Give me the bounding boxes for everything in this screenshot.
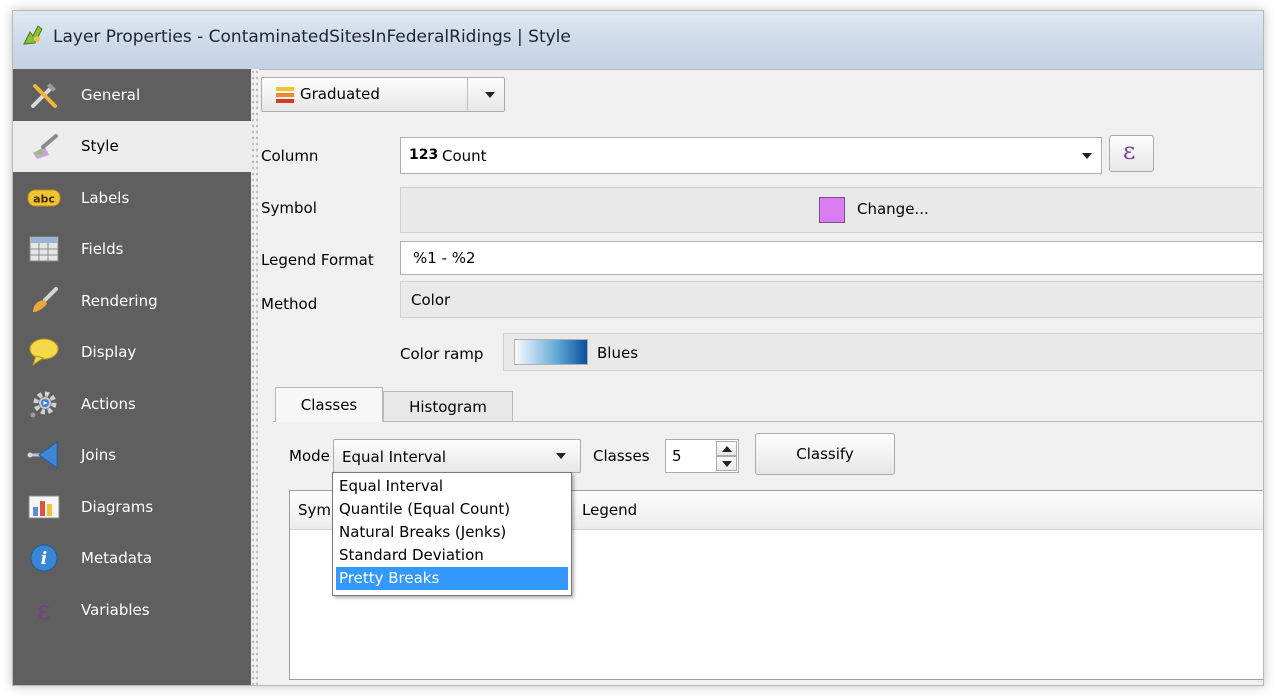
chevron-down-icon bbox=[1082, 153, 1092, 159]
sidebar-item-labels[interactable]: abc Labels bbox=[13, 172, 251, 224]
method-value: Color bbox=[411, 291, 451, 309]
sidebar-item-variables[interactable]: ε Variables bbox=[13, 584, 251, 636]
renderer-value: Graduated bbox=[300, 85, 380, 103]
sidebar-item-label: Actions bbox=[81, 394, 136, 413]
svg-text:i: i bbox=[41, 549, 47, 569]
sidebar-item-display[interactable]: Display bbox=[13, 327, 251, 379]
dropdown-divider bbox=[467, 78, 468, 111]
sidebar-item-label: Fields bbox=[81, 240, 124, 259]
sidebar-item-general[interactable]: General bbox=[13, 69, 251, 121]
chevron-down-icon bbox=[485, 92, 495, 98]
qgis-app-icon bbox=[21, 23, 45, 47]
tab-histogram[interactable]: Histogram bbox=[383, 391, 513, 421]
rendering-brush-icon bbox=[27, 286, 61, 316]
spin-up-button[interactable] bbox=[716, 441, 737, 456]
mode-option-natural-breaks[interactable]: Natural Breaks (Jenks) bbox=[333, 521, 571, 544]
mode-dropdown-list: Equal Interval Quantile (Equal Count) Na… bbox=[332, 472, 572, 596]
sidebar-item-joins[interactable]: Joins bbox=[13, 430, 251, 482]
symbol-label: Symbol bbox=[261, 199, 317, 217]
style-brush-icon bbox=[27, 131, 61, 161]
layer-properties-window: Layer Properties - ContaminatedSitesInFe… bbox=[12, 10, 1264, 686]
sidebar-splitter[interactable] bbox=[251, 69, 259, 685]
mode-option-equal-interval[interactable]: Equal Interval bbox=[333, 475, 571, 498]
legend-format-label: Legend Format bbox=[261, 251, 374, 269]
column-value: Count bbox=[442, 147, 487, 165]
sidebar: General Style abc Labels Fields Renderin… bbox=[13, 69, 251, 685]
change-symbol-label: Change... bbox=[857, 200, 929, 218]
legend-format-input[interactable]: %1 - %2 bbox=[400, 241, 1263, 275]
graduated-renderer-icon bbox=[276, 87, 294, 108]
numeric-type-badge: 123 bbox=[409, 147, 439, 163]
epsilon-icon: ε bbox=[1123, 137, 1136, 165]
column-select[interactable]: 123 Count bbox=[400, 137, 1102, 174]
color-ramp-preview bbox=[514, 339, 588, 365]
labels-abc-icon: abc bbox=[27, 183, 61, 213]
renderer-select[interactable]: Graduated bbox=[261, 77, 505, 112]
chevron-up-icon bbox=[722, 446, 732, 452]
chevron-down-icon bbox=[722, 461, 732, 467]
symbol-color-swatch bbox=[819, 197, 845, 223]
legend-format-value: %1 - %2 bbox=[413, 249, 476, 267]
spin-down-button[interactable] bbox=[716, 456, 737, 471]
method-label: Method bbox=[261, 295, 318, 313]
sidebar-item-label: Display bbox=[81, 343, 137, 362]
color-ramp-value: Blues bbox=[597, 344, 639, 362]
sidebar-item-label: General bbox=[81, 85, 141, 104]
method-select[interactable]: Color bbox=[400, 281, 1263, 318]
classify-label: Classify bbox=[796, 445, 854, 463]
tab-label: Classes bbox=[300, 396, 358, 414]
sidebar-item-label: Rendering bbox=[81, 291, 158, 310]
sidebar-item-label: Variables bbox=[81, 600, 150, 619]
classes-label: Classes bbox=[593, 447, 650, 465]
expression-button[interactable]: ε bbox=[1109, 135, 1154, 172]
tab-label: Histogram bbox=[409, 397, 487, 416]
mode-label: Mode bbox=[289, 447, 330, 465]
sidebar-item-rendering[interactable]: Rendering bbox=[13, 275, 251, 327]
color-ramp-label: Color ramp bbox=[400, 345, 484, 363]
sidebar-item-metadata[interactable]: i Metadata bbox=[13, 533, 251, 585]
change-symbol-button[interactable]: Change... bbox=[400, 187, 1263, 233]
sidebar-item-label: Joins bbox=[81, 446, 117, 465]
sidebar-item-label: Style bbox=[81, 137, 119, 156]
joins-arrow-icon bbox=[27, 440, 61, 470]
classes-value: 5 bbox=[672, 447, 682, 465]
actions-gear-icon bbox=[27, 389, 61, 419]
display-speech-bubble-icon bbox=[27, 337, 61, 367]
tab-bar-line bbox=[273, 421, 1263, 422]
mode-option-standard-deviation[interactable]: Standard Deviation bbox=[333, 544, 571, 567]
svg-text:ε: ε bbox=[37, 596, 50, 625]
color-ramp-select[interactable]: Blues bbox=[503, 333, 1263, 371]
diagrams-chart-icon bbox=[27, 492, 61, 522]
sidebar-item-actions[interactable]: Actions bbox=[13, 378, 251, 430]
mode-select[interactable]: Equal Interval bbox=[333, 439, 581, 473]
sidebar-item-label: Metadata bbox=[81, 549, 153, 568]
sidebar-item-style[interactable]: Style bbox=[13, 120, 251, 172]
svg-text:abc: abc bbox=[33, 192, 55, 205]
title-bar: Layer Properties - ContaminatedSitesInFe… bbox=[13, 11, 1263, 70]
window-title: Layer Properties - ContaminatedSitesInFe… bbox=[53, 27, 571, 47]
sidebar-item-label: Diagrams bbox=[81, 497, 154, 516]
tab-classes[interactable]: Classes bbox=[275, 387, 383, 422]
column-header-legend: Legend bbox=[582, 501, 638, 519]
chevron-down-icon bbox=[556, 453, 566, 459]
sidebar-item-fields[interactable]: Fields bbox=[13, 224, 251, 276]
mode-value: Equal Interval bbox=[342, 448, 447, 466]
column-label: Column bbox=[261, 147, 319, 165]
sidebar-item-diagrams[interactable]: Diagrams bbox=[13, 481, 251, 533]
mode-option-pretty-breaks[interactable]: Pretty Breaks bbox=[336, 567, 568, 590]
fields-table-icon bbox=[27, 234, 61, 264]
classify-button[interactable]: Classify bbox=[755, 433, 895, 475]
sidebar-item-label: Labels bbox=[81, 188, 130, 207]
general-tools-icon bbox=[27, 80, 61, 110]
classes-spinbox[interactable]: 5 bbox=[665, 439, 739, 473]
mode-option-quantile[interactable]: Quantile (Equal Count) bbox=[333, 498, 571, 521]
variables-epsilon-icon: ε bbox=[27, 595, 61, 625]
metadata-info-icon: i bbox=[27, 543, 61, 573]
